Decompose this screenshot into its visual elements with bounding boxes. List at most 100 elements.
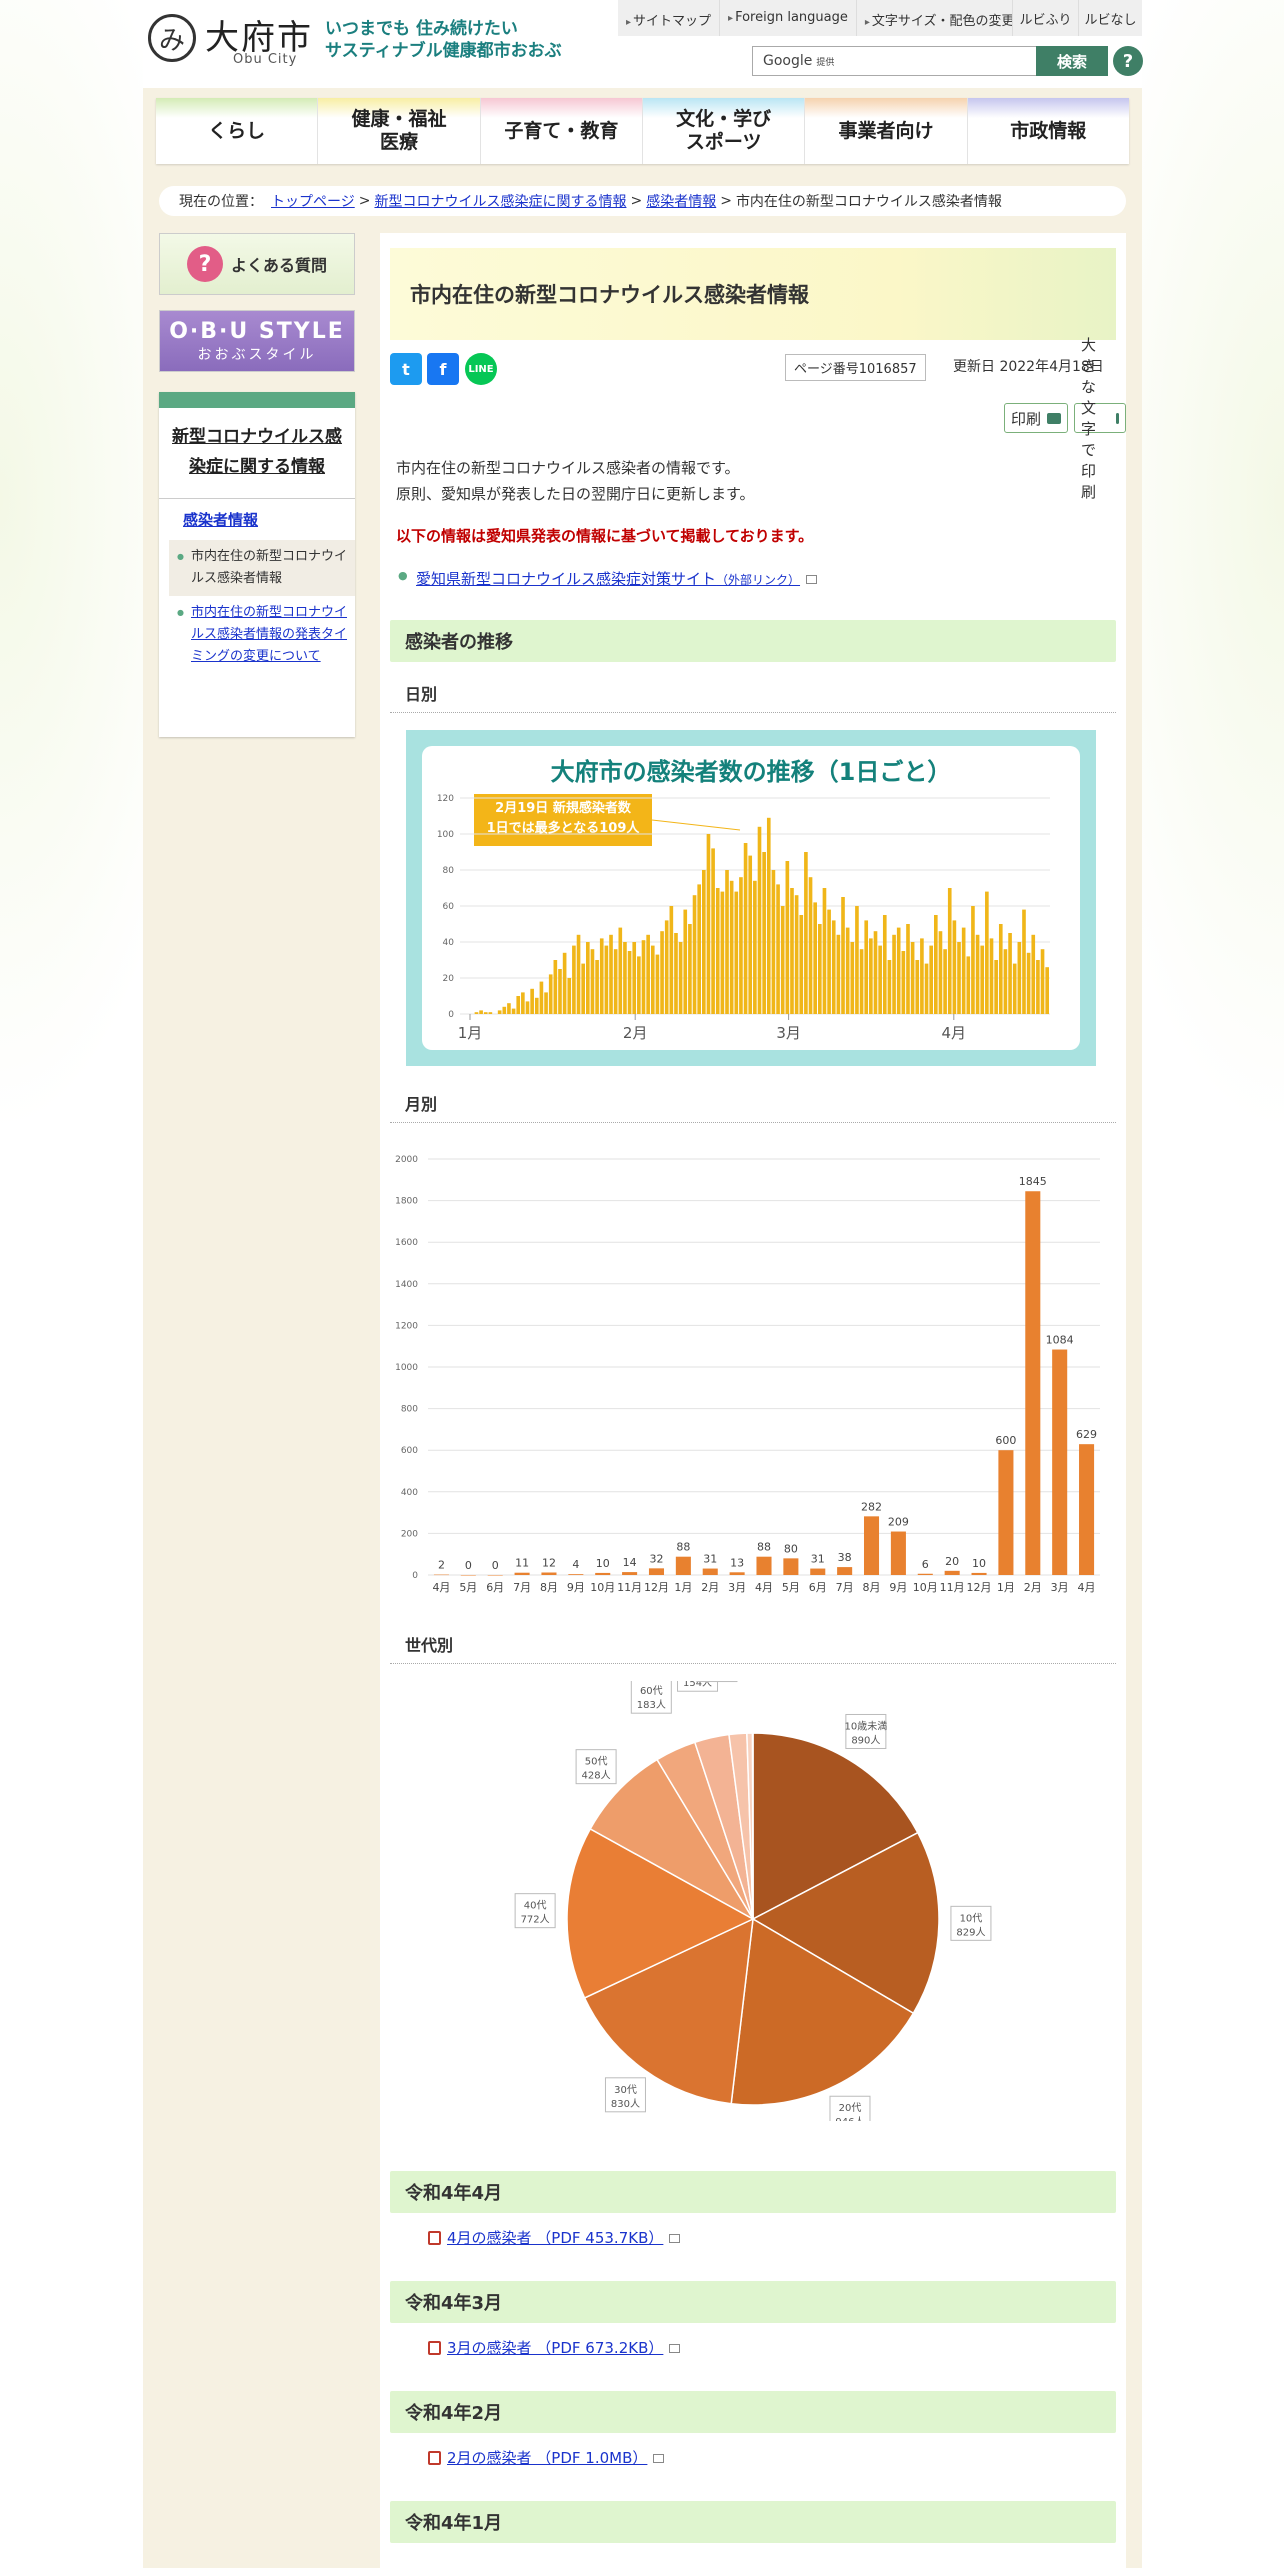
- monthly-data-label: 4: [572, 1558, 579, 1571]
- monthly-data-label: 31: [703, 1553, 717, 1566]
- gnav-item[interactable]: 健康・福祉 医療: [318, 98, 481, 164]
- gnav-item[interactable]: 文化・学び スポーツ: [642, 98, 806, 164]
- daily-bar: [613, 949, 618, 1014]
- obu-style-banner[interactable]: O·B·U STYLE おおぶスタイル: [159, 310, 355, 372]
- daily-bar: [985, 891, 989, 1014]
- daily-bar: [943, 949, 947, 1014]
- monthly-data-label: 1084: [1046, 1334, 1074, 1347]
- side-menu-item: 市内在住の新型コロナウイルス感染者情報の発表タイミングの変更について: [169, 596, 355, 674]
- twitter-share-icon[interactable]: t: [390, 353, 422, 385]
- city-roman-name: Obu City: [233, 52, 298, 67]
- print-large-button[interactable]: 大きな文字で印刷: [1074, 336, 1126, 501]
- monthly-bar: [971, 1572, 987, 1575]
- daily-bar: [748, 855, 753, 1014]
- gnav-color-band: [967, 98, 1129, 118]
- facebook-share-icon[interactable]: f: [427, 353, 459, 385]
- daily-bar: [934, 915, 938, 1014]
- monthly-y-tick-label: 2000: [395, 1155, 418, 1165]
- daily-bar: [604, 945, 609, 1014]
- monthly-x-tick-label: 1月: [997, 1581, 1015, 1594]
- sitemap-link[interactable]: サイトマップ: [618, 0, 721, 36]
- pdf-link[interactable]: 4月の感染者 （PDF 453.7KB）: [447, 2229, 663, 2247]
- monthly-y-tick-label: 0: [412, 1571, 418, 1581]
- print-button[interactable]: 印刷: [1004, 403, 1069, 433]
- daily-bar: [502, 1006, 507, 1014]
- daily-bar: [929, 945, 933, 1014]
- daily-bar: [1017, 942, 1022, 1014]
- monthly-x-tick-label: 6月: [809, 1581, 827, 1594]
- breadcrumb-covid-link[interactable]: 新型コロナウイルス感染症に関する情報: [374, 191, 626, 211]
- daily-bar: [864, 920, 869, 1014]
- printer-icon: [1115, 412, 1119, 424]
- daily-bar: [739, 877, 743, 1014]
- monthly-data-label: 629: [1076, 1428, 1097, 1441]
- monthly-bar: [702, 1568, 718, 1575]
- monthly-bar: [514, 1572, 530, 1575]
- pie-label-value: 154人: [683, 1681, 712, 1689]
- font-size-color-link[interactable]: 文字サイズ・配色の変更: [857, 0, 1024, 36]
- faq-banner[interactable]: ? よくある質問: [159, 233, 355, 295]
- daily-bar: [794, 895, 799, 1014]
- pie-label-value: 946人: [835, 2116, 864, 2121]
- ruby-off-button[interactable]: ルビなし: [1078, 0, 1142, 36]
- age-pie-chart-svg: 10歳未満 890人 10代 829人 20代 946人 30代 830人 40代 772人 50代…: [514, 1681, 992, 2121]
- gnav-item[interactable]: 子育て・教育: [480, 98, 643, 164]
- breadcrumb-infected-link[interactable]: 感染者情報: [646, 191, 716, 211]
- daily-bar: [1003, 949, 1008, 1014]
- monthly-bar: [783, 1558, 799, 1575]
- foreign-language-link[interactable]: Foreign language: [720, 0, 857, 36]
- gnav-item[interactable]: 市政情報: [967, 98, 1129, 164]
- obu-style-title: O·B·U STYLE: [169, 318, 345, 344]
- daily-bar: [952, 920, 957, 1014]
- daily-bar: [725, 870, 729, 1014]
- breadcrumb-top-link[interactable]: トップページ: [271, 191, 355, 211]
- daily-y-tick-label: 20: [443, 974, 455, 984]
- monthly-data-label: 1845: [1019, 1175, 1047, 1188]
- daily-bar: [618, 927, 623, 1014]
- side-menu-title-link[interactable]: 新型コロナウイルス感染症に関する情報: [172, 427, 342, 477]
- search-button[interactable]: 検索: [1036, 46, 1108, 76]
- daily-bar: [479, 1010, 483, 1014]
- daily-bar: [516, 996, 521, 1014]
- daily-bar: [896, 927, 901, 1014]
- daily-bar: [966, 956, 971, 1014]
- ruby-on-button[interactable]: ルビふり: [1012, 0, 1078, 36]
- slogan-line1: いつまでも 住み続けたい: [325, 19, 518, 39]
- help-icon[interactable]: ?: [1113, 46, 1143, 76]
- gnav-item[interactable]: 事業者向け: [805, 98, 968, 164]
- search-input[interactable]: Google 提供: [752, 46, 1038, 76]
- daily-bar: [975, 934, 980, 1014]
- page: み 大府市 Obu City いつまでも 住み続けたい サスティナブル健康都市お…: [143, 0, 1143, 2568]
- daily-y-tick-label: 100: [437, 830, 454, 840]
- pdf-link[interactable]: 2月の感染者 （PDF 1.0MB）: [447, 2449, 647, 2467]
- monthly-x-tick-label: 4月: [1078, 1581, 1096, 1594]
- new-window-icon: [669, 2234, 681, 2243]
- obu-style-subtitle: おおぶスタイル: [197, 346, 317, 363]
- daily-bar: [562, 952, 567, 1014]
- daily-bar: [906, 924, 910, 1014]
- monthly-y-tick-label: 800: [401, 1405, 418, 1415]
- daily-x-tick-label: 4月: [942, 1024, 967, 1042]
- pie-label-category: 10代: [960, 1912, 983, 1924]
- monthly-x-tick-label: 8月: [540, 1581, 558, 1594]
- side-menu-sub-link[interactable]: 感染者情報: [159, 499, 355, 540]
- pie-label-value: 830人: [611, 2098, 640, 2110]
- monthly-x-tick-label: 12月: [967, 1581, 992, 1594]
- daily-bar: [572, 945, 576, 1014]
- daily-bar: [1008, 933, 1012, 1014]
- monthly-data-label: 80: [784, 1542, 798, 1555]
- city-logo-icon[interactable]: み: [148, 14, 196, 62]
- aichi-covid-site-link[interactable]: 愛知県新型コロナウイルス感染症対策サイト（外部リンク）: [416, 570, 800, 588]
- daily-bar: [822, 888, 827, 1014]
- daily-bar: [878, 945, 882, 1014]
- gnav-label: 文化・学び スポーツ: [676, 108, 772, 153]
- gnav-item[interactable]: くらし: [156, 98, 319, 164]
- page-title: 市内在住の新型コロナウイルス感染者情報: [390, 248, 1116, 340]
- daily-bar: [938, 931, 943, 1014]
- pie-label-category: 20代: [839, 2102, 862, 2114]
- daily-bar: [869, 938, 873, 1014]
- pdf-link[interactable]: 3月の感染者 （PDF 673.2KB）: [447, 2339, 663, 2357]
- daily-bar: [947, 888, 952, 1014]
- line-share-icon[interactable]: LINE: [465, 353, 497, 385]
- side-menu-item-link[interactable]: 市内在住の新型コロナウイルス感染者情報の発表タイミングの変更について: [191, 605, 347, 664]
